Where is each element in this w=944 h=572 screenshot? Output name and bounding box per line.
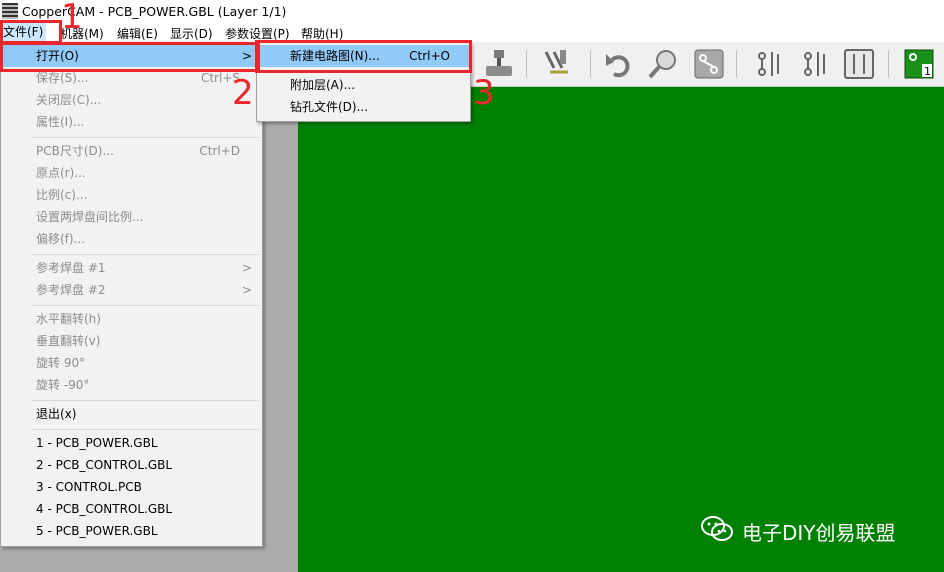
track-icon-1[interactable] (752, 48, 786, 80)
menu-item-label: 属性(I)... (36, 115, 85, 129)
menu-separator (31, 305, 259, 306)
menu-item-label: 4 - PCB_CONTROL.GBL (36, 502, 173, 516)
menu-item-label: 水平翻转(h) (36, 312, 101, 326)
pcb-canvas[interactable] (298, 87, 944, 572)
menu-item-exit[interactable]: 退出(x) (1, 403, 262, 425)
recent-file-item[interactable]: 4 - PCB_CONTROL.GBL (1, 498, 262, 520)
menu-bar: 文件(F) 机器(M) 编辑(E) 显示(D) 参数设置(P) 帮助(H) (0, 22, 944, 42)
menu-item-label: 1 - PCB_POWER.GBL (36, 436, 158, 450)
menu-item-flip-v[interactable]: 垂直翻转(v) (1, 330, 262, 352)
annotation-box-open (0, 42, 260, 72)
menu-item-label: 参考焊盘 #1 (36, 261, 106, 275)
svg-text:1: 1 (924, 65, 931, 78)
menu-item-label: 原点(r)... (36, 166, 86, 180)
menu-item-label: PCB尺寸(D)... (36, 144, 114, 158)
menu-view[interactable]: 显示(D) (170, 25, 213, 42)
menu-item-label: 偏移(f)... (36, 232, 86, 246)
menu-item-origin[interactable]: 原点(r)... (1, 162, 262, 184)
annotation-step-2: 2 (232, 73, 254, 113)
annotation-step-1: 1 (61, 0, 83, 37)
menu-item-close-layer[interactable]: 关闭层(C)... (1, 89, 262, 111)
title-bar: CopperCAM - PCB_POWER.GBL (Layer 1/1) (0, 0, 944, 22)
menu-item-ref-pad-2[interactable]: 参考焊盘 #2 > (1, 279, 262, 301)
menu-item-pad-scale[interactable]: 设置两焊盘间比例... (1, 206, 262, 228)
menu-item-ref-pad-1[interactable]: 参考焊盘 #1 > (1, 257, 262, 279)
annotation-box-new-circuit (255, 40, 472, 73)
menu-separator (31, 254, 259, 255)
menu-item-scale[interactable]: 比例(c)... (1, 184, 262, 206)
menu-item-shortcut: Ctrl+D (199, 144, 240, 158)
recent-file-item[interactable]: 3 - CONTROL.PCB (1, 476, 262, 498)
drill-icon[interactable] (540, 48, 574, 80)
undo-icon[interactable] (602, 48, 636, 80)
toolbar-separator (590, 50, 591, 78)
wechat-icon (701, 516, 733, 541)
menu-item-add-layer[interactable]: 附加层(A)... (257, 74, 470, 96)
menu-item-label: 附加层(A)... (290, 78, 356, 92)
zoom-icon[interactable] (646, 48, 680, 80)
menu-item-label: 旋转 90° (36, 356, 86, 370)
menu-item-pcb-size[interactable]: PCB尺寸(D)... Ctrl+D (1, 140, 262, 162)
menu-item-rotate-minus-90[interactable]: 旋转 -90° (1, 374, 262, 396)
file-menu: 打开(O) > 保存(S)... Ctrl+S 关闭层(C)... 属性(I).… (0, 42, 263, 547)
menu-item-label: 5 - PCB_POWER.GBL (36, 524, 158, 538)
menu-item-label: 2 - PCB_CONTROL.GBL (36, 458, 173, 472)
annotation-box-file-menu (0, 20, 62, 44)
toolbar-separator (526, 50, 527, 78)
pcb-view-icon[interactable] (692, 48, 726, 80)
track-board-icon[interactable] (842, 48, 876, 80)
menu-item-label: 钻孔文件(D)... (290, 100, 369, 114)
menu-item-label: 比例(c)... (36, 188, 88, 202)
menu-item-properties[interactable]: 属性(I)... (1, 111, 262, 133)
recent-file-item[interactable]: 5 - PCB_POWER.GBL (1, 520, 262, 542)
menu-edit[interactable]: 编辑(E) (117, 25, 158, 42)
toolbar-separator (888, 50, 889, 78)
menu-item-label: 旋转 -90° (36, 378, 90, 392)
toolbar-separator (736, 50, 737, 78)
submenu-arrow-icon: > (241, 261, 252, 275)
recent-file-item[interactable]: 1 - PCB_POWER.GBL (1, 432, 262, 454)
menu-item-drill-file[interactable]: 钻孔文件(D)... (257, 96, 470, 118)
watermark-text: 电子DIY创易联盟 (742, 521, 896, 545)
menu-item-label: 设置两焊盘间比例... (36, 210, 144, 224)
track-icon-2[interactable] (798, 48, 832, 80)
menu-item-label: 垂直翻转(v) (36, 334, 101, 348)
submenu-arrow-icon: > (241, 283, 252, 297)
annotation-step-3: 3 (473, 73, 495, 113)
app-icon (2, 3, 18, 19)
menu-item-label: 参考焊盘 #2 (36, 283, 106, 297)
layer-1-icon[interactable]: 1 (902, 48, 936, 80)
menu-item-label: 3 - CONTROL.PCB (36, 480, 142, 494)
recent-file-item[interactable]: 2 - PCB_CONTROL.GBL (1, 454, 262, 476)
menu-item-flip-h[interactable]: 水平翻转(h) (1, 308, 262, 330)
menu-separator (31, 400, 259, 401)
menu-item-label: 退出(x) (36, 407, 77, 421)
menu-separator (31, 137, 259, 138)
menu-item-offset[interactable]: 偏移(f)... (1, 228, 262, 250)
menu-item-rotate-90[interactable]: 旋转 90° (1, 352, 262, 374)
menu-separator (31, 429, 259, 430)
menu-item-label: 关闭层(C)... (36, 93, 102, 107)
